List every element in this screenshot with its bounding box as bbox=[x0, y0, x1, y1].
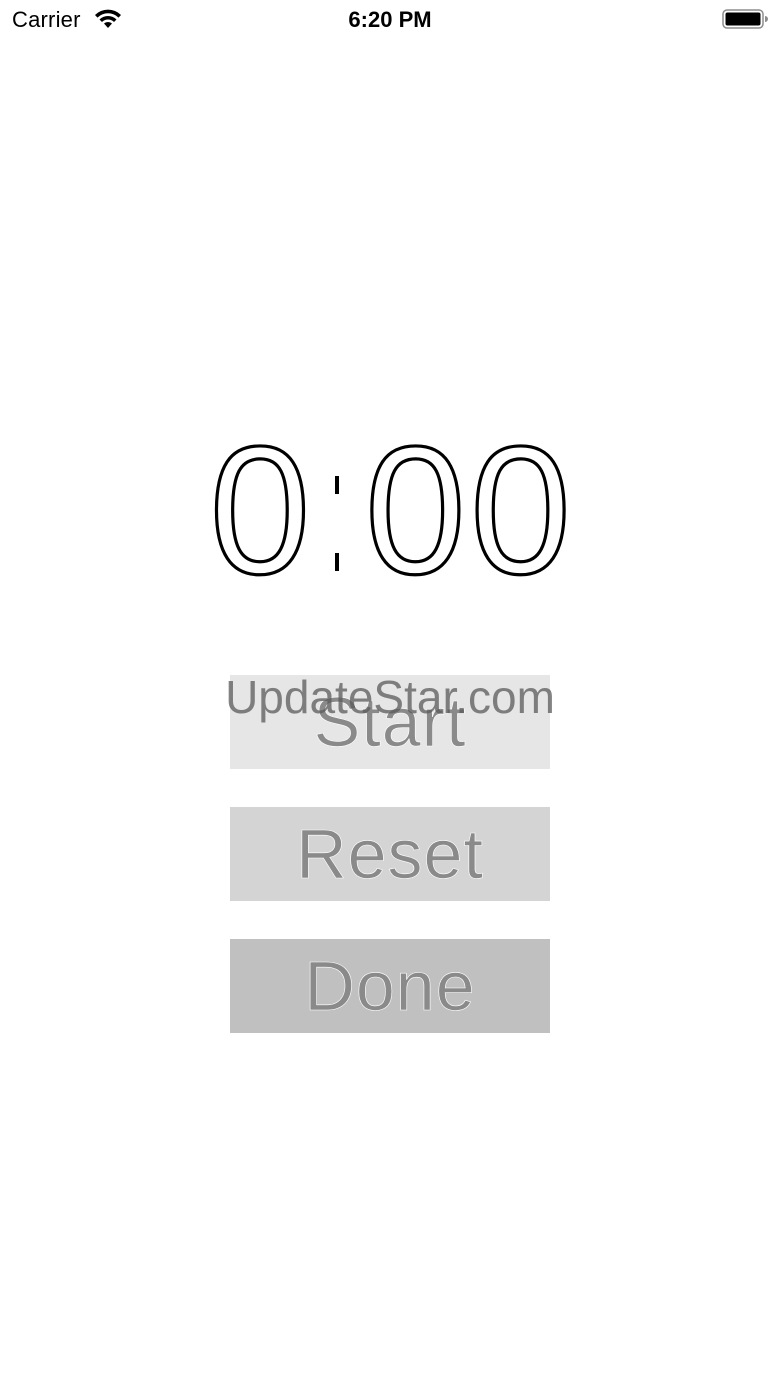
status-time: 6:20 PM bbox=[348, 7, 432, 32]
timer-seconds: 00 bbox=[365, 426, 575, 596]
start-button[interactable]: Start bbox=[230, 675, 550, 769]
reset-button[interactable]: Reset bbox=[230, 807, 550, 901]
timer-display: 0 00 bbox=[0, 406, 780, 613]
timer-minutes: 0 bbox=[209, 426, 310, 596]
battery-icon bbox=[722, 9, 768, 29]
done-button-label: Done bbox=[304, 947, 476, 1026]
start-button-label: Start bbox=[313, 683, 467, 762]
reset-button-label: Reset bbox=[296, 815, 484, 894]
status-bar: Carrier 6:20 PM bbox=[0, 0, 780, 40]
done-button[interactable]: Done bbox=[230, 939, 550, 1033]
